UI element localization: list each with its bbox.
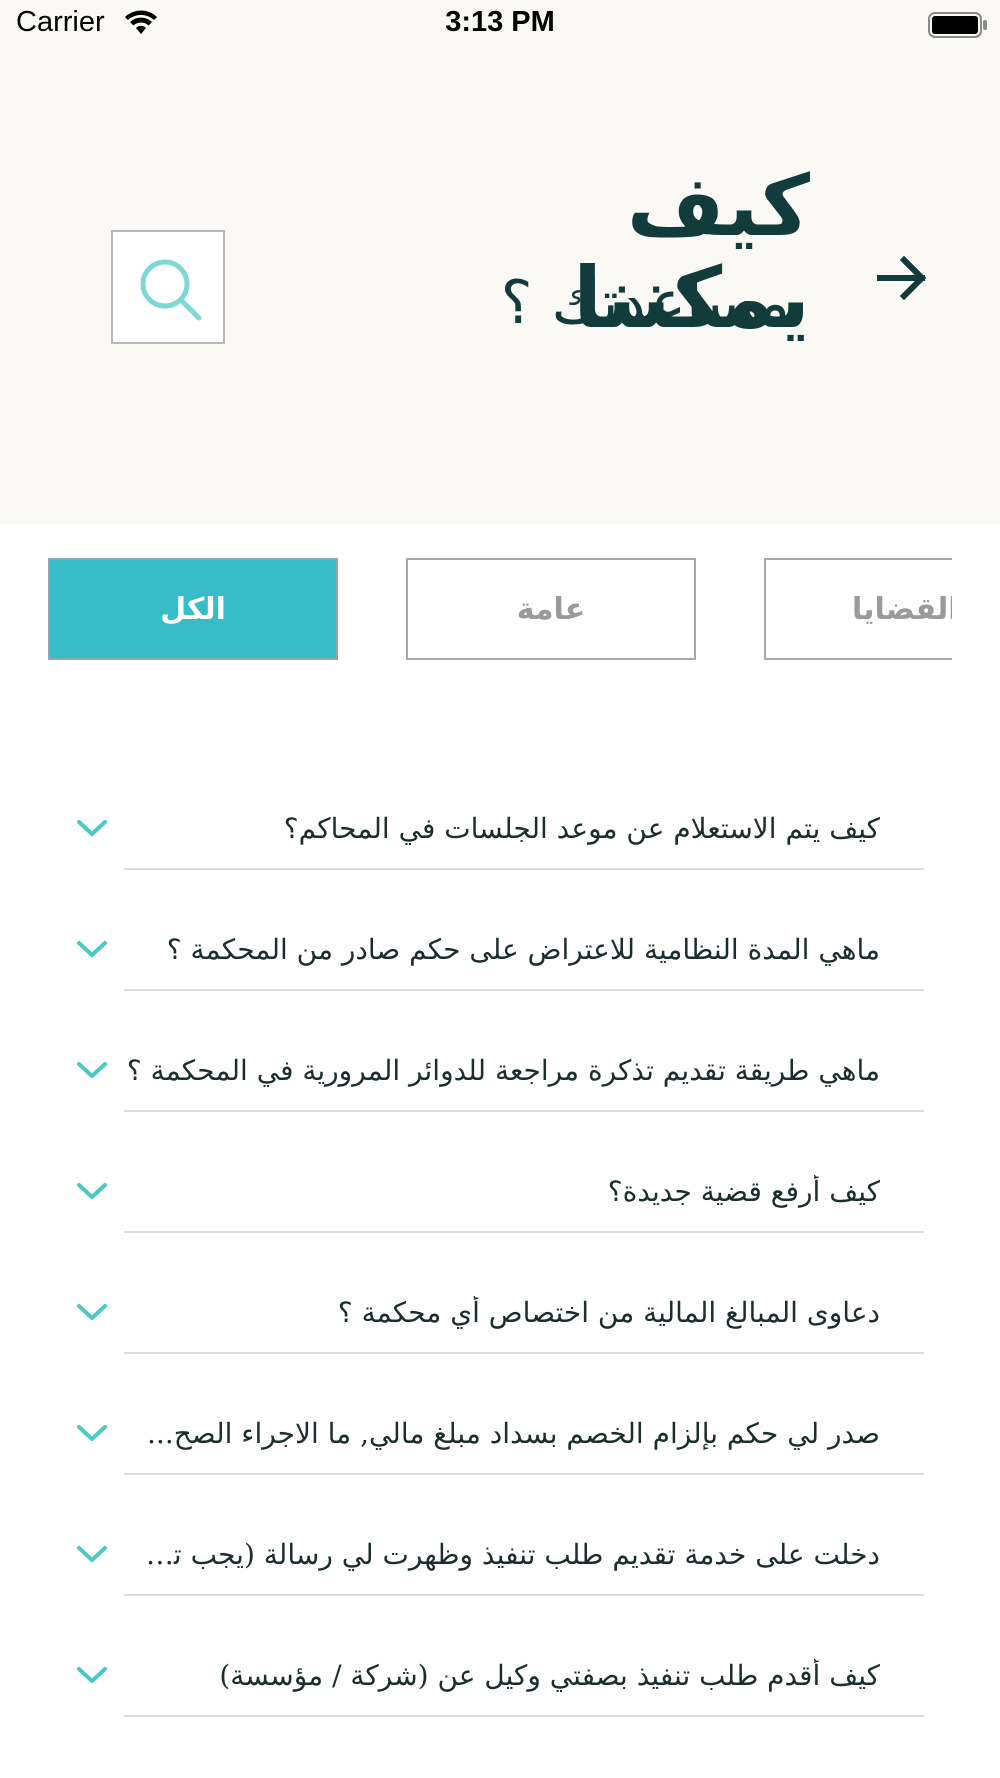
chevron-down-icon [77, 1062, 107, 1078]
faq-item[interactable]: كيف أرفع قضية جديدة؟ [0, 1153, 1000, 1274]
divider [124, 1231, 924, 1233]
faq-screen: Carrier 3:13 PM كيف يمكننا مساعدتك ؟ الك… [0, 0, 1000, 1778]
tab-general[interactable]: عامة [406, 558, 696, 660]
tab-all-label: الكل [160, 591, 226, 627]
divider [124, 989, 924, 991]
faq-item[interactable]: دعاوى المبالغ المالية من اختصاص أي محكمة… [0, 1274, 1000, 1395]
divider [124, 868, 924, 870]
faq-question: كيف أقدم طلب تنفيذ بصفتي وكيل عن (شركة /… [219, 1659, 880, 1692]
category-tabs: الكل عامة القضايا [0, 558, 1000, 662]
tab-cases-label: القضايا [852, 591, 952, 627]
faq-question: كيف أرفع قضية جديدة؟ [607, 1175, 880, 1208]
faq-question: ماهي المدة النظامية للاعتراض على حكم صاد… [166, 933, 880, 966]
chevron-down-icon [77, 1425, 107, 1441]
divider [124, 1473, 924, 1475]
status-bar: Carrier 3:13 PM [0, 0, 1000, 50]
search-icon [140, 259, 202, 321]
divider [124, 1110, 924, 1112]
faq-question: صدر لي حكم بإلزام الخصم بسداد مبلغ مالي,… [147, 1417, 880, 1450]
faq-item[interactable]: كيف أقدم طلب تنفيذ بصفتي وكيل عن (شركة /… [0, 1637, 1000, 1758]
chevron-down-icon [77, 1667, 107, 1683]
divider [124, 1715, 924, 1717]
faq-question: كيف يتم الاستعلام عن موعد الجلسات في الم… [283, 812, 880, 845]
tab-cases-clip: القضايا [764, 558, 952, 662]
faq-item[interactable]: ماهي المدة النظامية للاعتراض على حكم صاد… [0, 911, 1000, 1032]
faq-question: دعاوى المبالغ المالية من اختصاص أي محكمة… [337, 1296, 880, 1329]
page-subtitle: مساعدتك ؟ [500, 268, 790, 338]
tab-general-label: عامة [516, 591, 586, 627]
tab-all[interactable]: الكل [48, 558, 338, 660]
header: كيف يمكننا مساعدتك ؟ [0, 50, 1000, 524]
faq-item[interactable]: كيف يتم الاستعلام عن موعد الجلسات في الم… [0, 790, 1000, 911]
tab-cases[interactable]: القضايا [764, 558, 952, 660]
divider [124, 1594, 924, 1596]
divider [124, 1352, 924, 1354]
faq-question: ماهي طريقة تقديم تذكرة مراجعة للدوائر ال… [126, 1054, 880, 1087]
faq-question: دخلت على خدمة تقديم طلب تنفيذ وظهرت لي ر… [124, 1538, 880, 1571]
clock: 3:13 PM [445, 6, 555, 38]
chevron-down-icon [77, 1183, 107, 1199]
chevron-down-icon [77, 1304, 107, 1320]
faq-item[interactable]: ماهي طريقة تقديم تذكرة مراجعة للدوائر ال… [0, 1032, 1000, 1153]
search-button[interactable] [111, 230, 225, 344]
battery-icon [928, 12, 987, 38]
back-arrow-icon[interactable] [872, 248, 932, 308]
faq-item[interactable]: صدر لي حكم بإلزام الخصم بسداد مبلغ مالي,… [0, 1395, 1000, 1516]
chevron-down-icon [77, 820, 107, 836]
chevron-down-icon [77, 1546, 107, 1562]
chevron-down-icon [77, 941, 107, 957]
faq-item[interactable]: دخلت على خدمة تقديم طلب تنفيذ وظهرت لي ر… [0, 1516, 1000, 1637]
